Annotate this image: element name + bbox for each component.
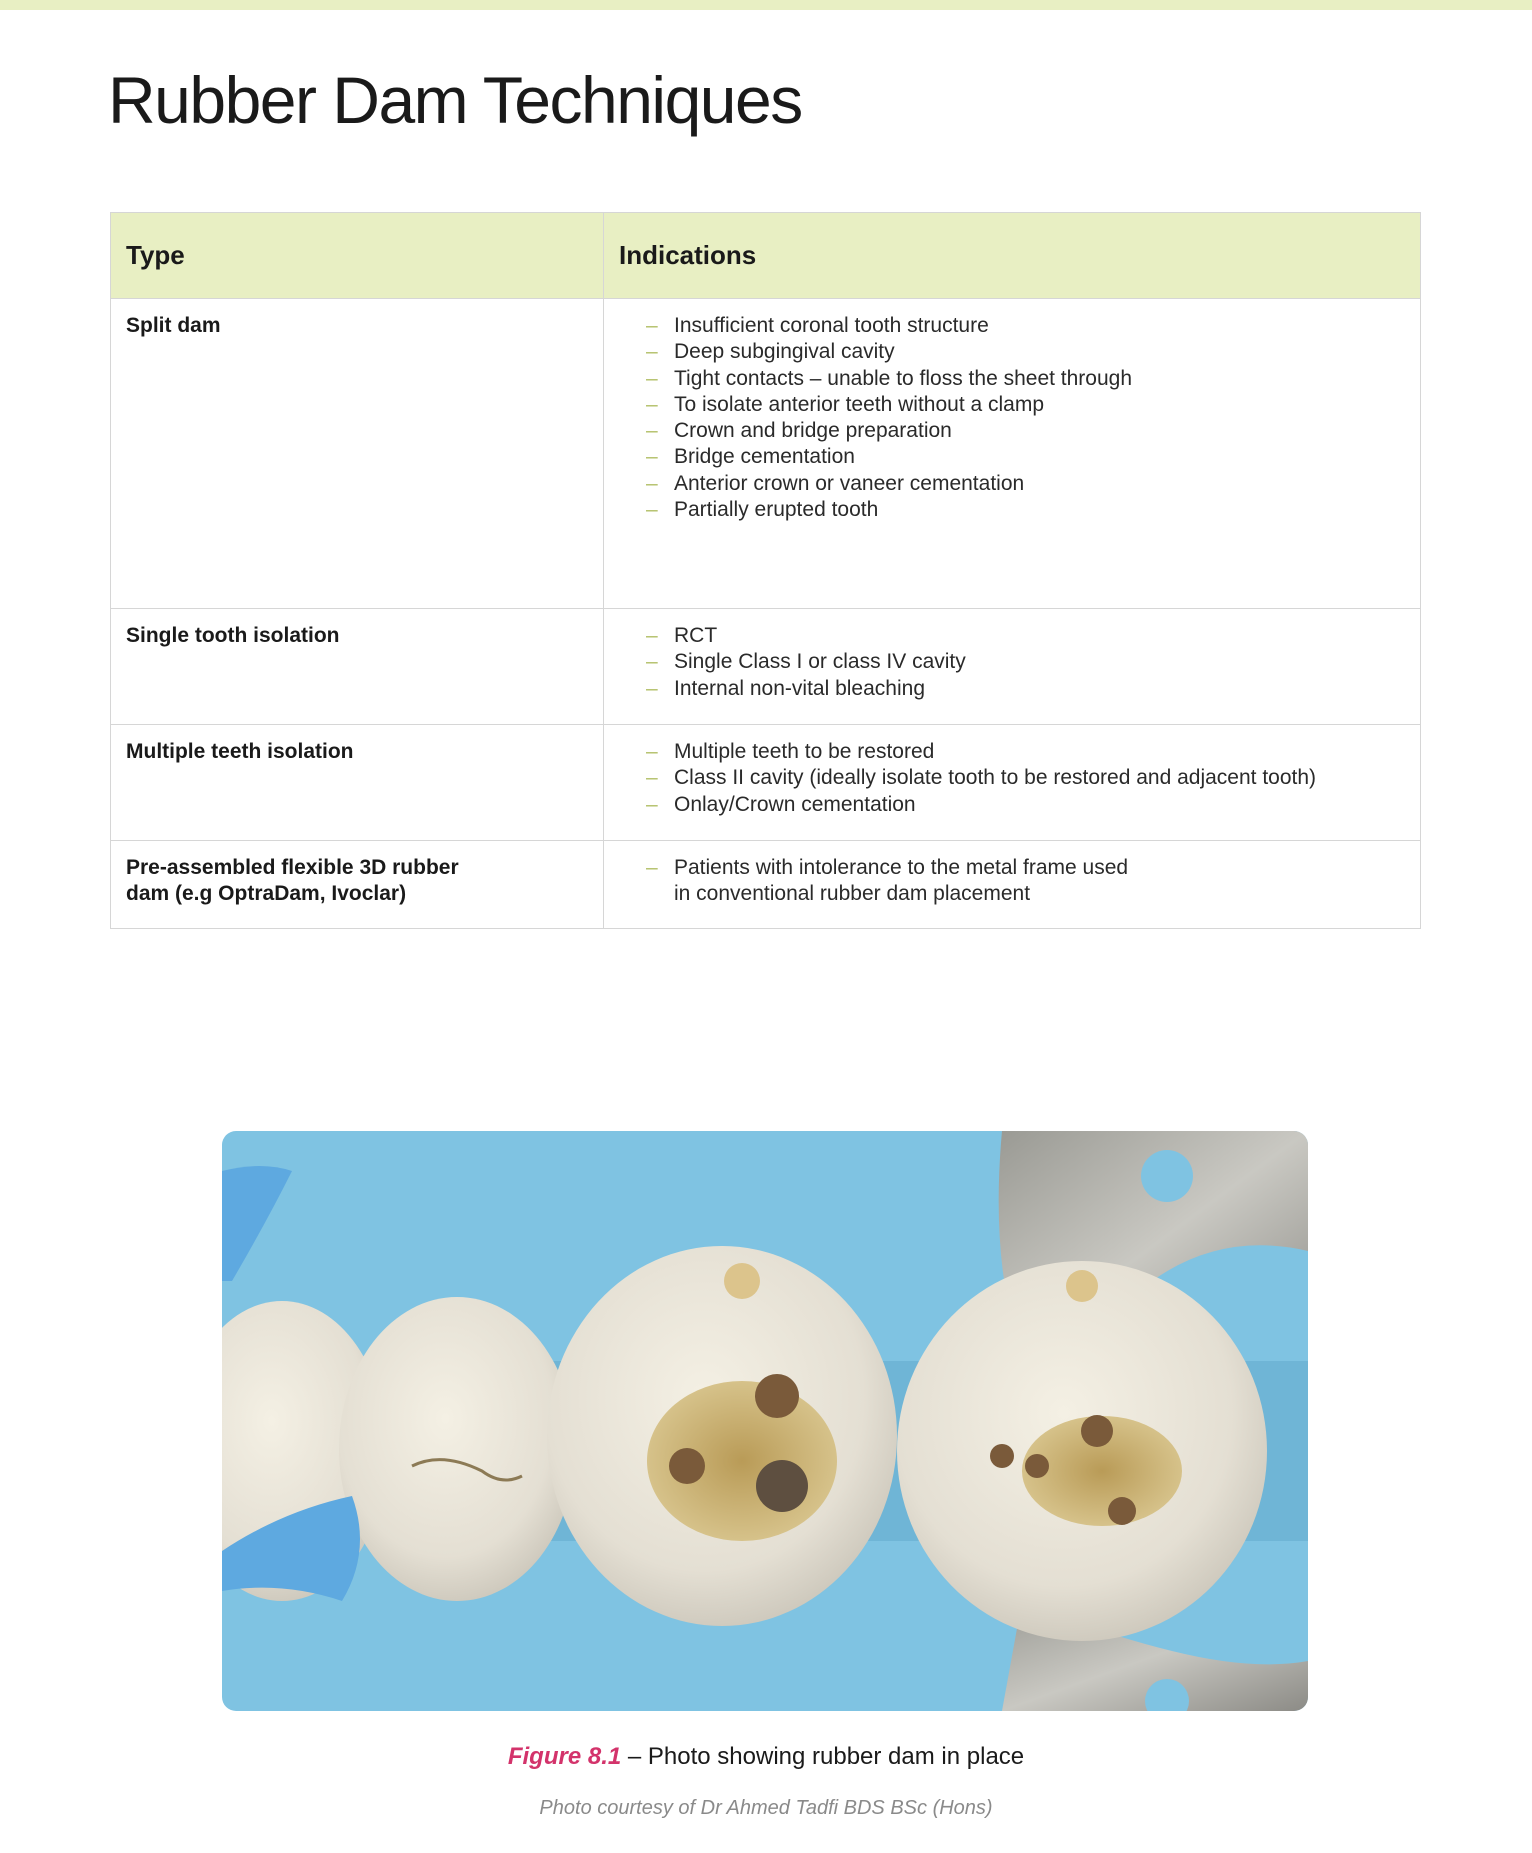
indication-text: To isolate anterior teeth without a clam…	[674, 392, 1045, 416]
figure-caption-text: – Photo showing rubber dam in place	[621, 1743, 1025, 1770]
indication-text: Class II cavity (ideally isolate tooth t…	[674, 766, 1317, 790]
indication-text: Tight contacts – unable to floss the she…	[674, 366, 1133, 390]
dash-bullet: –	[646, 340, 658, 364]
dash-bullet: –	[646, 445, 658, 469]
indications-cell: – RCT – Single Class I or class IV cavity …	[603, 608, 1421, 725]
table-row: Pre-assembled flexible 3D rubber dam (e.…	[110, 840, 1421, 929]
indication-item: – Class II cavity (ideally isolate tooth …	[646, 765, 1405, 791]
indication-item: – Patients with intolerance to the metal…	[646, 855, 1405, 908]
indications-cell: – Patients with intolerance to the metal…	[603, 840, 1421, 929]
table-row: Split dam – Insufficient coronal tooth st…	[110, 298, 1421, 609]
indication-text: Deep subgingival cavity	[674, 340, 895, 364]
figure-caption: Figure 8.1 – Photo showing rubber dam in…	[0, 1743, 1532, 1771]
table-row: Multiple teeth isolation – Multiple teeth…	[110, 724, 1421, 841]
header-indications: Indications	[603, 212, 1421, 299]
indication-item: – Bridge cementation	[646, 444, 1405, 470]
indication-item: – Anterior crown or vaneer cementation	[646, 471, 1405, 497]
indication-item: – Partially erupted tooth	[646, 497, 1405, 523]
page-title: Rubber Dam Techniques	[108, 63, 803, 137]
indication-item: – Internal non-vital bleaching	[646, 676, 1405, 702]
dash-bullet: –	[646, 650, 658, 674]
dash-bullet: –	[646, 314, 658, 337]
indication-item: – RCT	[646, 623, 1405, 649]
type-cell: Pre-assembled flexible 3D rubber dam (e.…	[110, 840, 604, 929]
photo-credit: Photo courtesy of Dr Ahmed Tadfi BDS BSc…	[539, 1797, 993, 1819]
indication-text: Internal non-vital bleaching	[674, 676, 925, 700]
indication-item: – To isolate anterior teeth without a cla…	[646, 392, 1405, 418]
dash-bullet: –	[646, 624, 658, 647]
type-line: dam (e.g OptraDam, Ivoclar)	[126, 882, 407, 905]
table-header-row: Type Indications	[110, 212, 1421, 299]
indication-text: RCT	[674, 624, 718, 647]
indication-text: Anterior crown or vaneer cementation	[674, 471, 1025, 495]
dash-bullet: –	[646, 676, 658, 700]
rubber-dam-photo	[222, 1131, 1308, 1711]
dash-bullet: –	[646, 792, 658, 816]
dash-bullet: –	[646, 856, 658, 879]
indication-item: – Insufficient coronal tooth structure	[646, 313, 1405, 339]
dash-bullet: –	[646, 419, 658, 443]
indication-text: Onlay/Crown cementation	[674, 792, 916, 816]
rubber-dam-table: Type Indications Split dam – Insufficient…	[110, 212, 1421, 929]
type-cell: Split dam	[110, 298, 604, 609]
top-accent-bar	[0, 0, 1532, 10]
type-cell: Multiple teeth isolation	[110, 724, 604, 841]
indications-cell: – Insufficient coronal tooth structure – D…	[603, 298, 1421, 609]
dash-bullet: –	[646, 740, 658, 763]
dash-bullet: –	[646, 366, 658, 390]
indication-text: Patients with intolerance to the metal f…	[674, 856, 1129, 879]
dash-bullet: –	[646, 471, 658, 495]
dash-bullet: –	[646, 392, 658, 416]
indication-text: Single Class I or class IV cavity	[674, 650, 966, 674]
indication-item: – Deep subgingival cavity	[646, 339, 1405, 365]
indication-item: – Tight contacts – unable to floss the sh…	[646, 366, 1405, 392]
indication-text: Multiple teeth to be restored	[674, 740, 935, 763]
indication-item: – Multiple teeth to be restored	[646, 739, 1405, 765]
indication-item: – Onlay/Crown cementation	[646, 792, 1405, 818]
type-cell: Single tooth isolation	[110, 608, 604, 725]
type-line: Pre-assembled flexible 3D rubber	[126, 856, 459, 879]
table-row: Single tooth isolation – RCT – Single Clas…	[110, 608, 1421, 725]
indications-cell: – Multiple teeth to be restored – Class II…	[603, 724, 1421, 841]
indication-text: Partially erupted tooth	[674, 498, 879, 522]
indication-text: Insufficient coronal tooth structure	[674, 314, 989, 337]
indication-item: – Single Class I or class IV cavity	[646, 649, 1405, 675]
dash-bullet: –	[646, 766, 658, 790]
dash-bullet: –	[646, 498, 658, 522]
indication-text: Bridge cementation	[674, 445, 855, 469]
indication-item: – Crown and bridge preparation	[646, 418, 1405, 444]
figure-label: Figure 8.1	[507, 1743, 622, 1770]
indication-text: in conventional rubber dam placement	[674, 882, 1031, 906]
header-type: Type	[110, 212, 604, 299]
indication-text: Crown and bridge preparation	[674, 419, 952, 443]
